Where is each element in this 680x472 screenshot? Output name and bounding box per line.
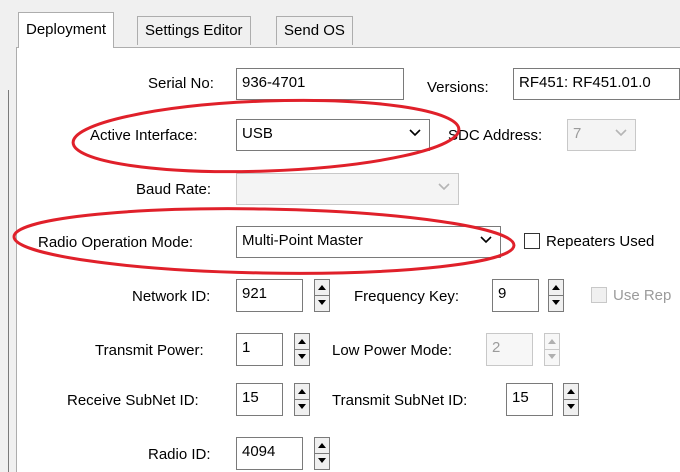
tab-content-top-border — [16, 47, 680, 48]
receive-subnet-id-label: Receive SubNet ID: — [67, 392, 199, 409]
radio-operation-mode-value: Multi-Point Master — [242, 232, 363, 249]
frequency-key-field[interactable]: 9 — [492, 279, 539, 312]
active-interface-label: Active Interface: — [90, 127, 198, 144]
repeaters-used-checkbox[interactable] — [524, 233, 540, 249]
arrow-down-icon — [552, 299, 560, 305]
active-interface-value: USB — [242, 125, 273, 142]
versions-label: Versions: — [427, 79, 489, 96]
stepper-down-button[interactable] — [545, 350, 559, 366]
chevron-down-icon — [480, 236, 492, 244]
arrow-up-icon — [567, 389, 575, 394]
arrow-up-icon — [548, 339, 556, 344]
serial-no-label: Serial No: — [148, 75, 214, 92]
stepper-up-button[interactable] — [295, 384, 309, 400]
tab-content-left-border — [16, 47, 17, 472]
arrow-up-icon — [298, 339, 306, 344]
stepper-up-button[interactable] — [545, 334, 559, 350]
network-id-stepper[interactable] — [314, 279, 330, 312]
sdc-address-label: SDC Address: — [448, 127, 543, 144]
transmit-power-field[interactable]: 1 — [236, 333, 283, 366]
receive-subnet-id-field[interactable]: 15 — [236, 383, 283, 416]
arrow-down-icon — [298, 403, 306, 409]
radio-id-field[interactable]: 4094 — [236, 437, 303, 470]
active-interface-select[interactable]: USB — [236, 119, 430, 151]
left-gutter-divider — [8, 90, 9, 472]
radio-operation-mode-label: Radio Operation Mode: — [38, 234, 194, 251]
stepper-down-button[interactable] — [564, 400, 578, 416]
low-power-mode-field[interactable]: 2 — [486, 333, 533, 366]
chevron-down-icon — [615, 129, 627, 137]
stepper-down-button[interactable] — [549, 296, 563, 312]
arrow-down-icon — [318, 457, 326, 463]
transmit-power-stepper[interactable] — [294, 333, 310, 366]
stepper-up-button[interactable] — [549, 280, 563, 296]
transmit-subnet-id-stepper[interactable] — [563, 383, 579, 416]
tab-send-os[interactable]: Send OS — [276, 16, 353, 45]
tab-deployment[interactable]: Deployment — [18, 12, 115, 48]
arrow-down-icon — [548, 353, 556, 359]
arrow-up-icon — [298, 389, 306, 394]
arrow-up-icon — [318, 285, 326, 290]
frequency-key-label: Frequency Key: — [354, 288, 460, 305]
stepper-down-button[interactable] — [315, 296, 329, 312]
stepper-down-button[interactable] — [315, 454, 329, 470]
network-id-label: Network ID: — [132, 288, 211, 305]
repeaters-used-label[interactable]: Repeaters Used — [546, 232, 654, 252]
sdc-address-select[interactable]: 7 — [567, 119, 636, 151]
radio-operation-mode-select[interactable]: Multi-Point Master — [236, 226, 501, 258]
arrow-down-icon — [318, 299, 326, 305]
low-power-mode-stepper[interactable] — [544, 333, 560, 366]
stepper-up-button[interactable] — [315, 438, 329, 454]
stepper-up-button[interactable] — [295, 334, 309, 350]
chevron-down-icon — [409, 129, 421, 137]
arrow-down-icon — [298, 353, 306, 359]
arrow-up-icon — [318, 443, 326, 448]
receive-subnet-id-stepper[interactable] — [294, 383, 310, 416]
stepper-down-button[interactable] — [295, 350, 309, 366]
serial-no-field[interactable]: 936-4701 — [236, 68, 404, 100]
use-repeater-label: Use Rep — [613, 287, 672, 304]
arrow-up-icon — [552, 285, 560, 290]
network-id-field[interactable]: 921 — [236, 279, 303, 312]
low-power-mode-label: Low Power Mode: — [332, 342, 453, 359]
versions-field[interactable]: RF451: RF451.01.0 — [513, 68, 680, 100]
radio-id-stepper[interactable] — [314, 437, 330, 470]
baud-rate-select[interactable] — [236, 173, 459, 205]
transmit-subnet-id-label: Transmit SubNet ID: — [332, 392, 468, 409]
frequency-key-stepper[interactable] — [548, 279, 564, 312]
stepper-up-button[interactable] — [564, 384, 578, 400]
arrow-down-icon — [567, 403, 575, 409]
stepper-down-button[interactable] — [295, 400, 309, 416]
sdc-address-value: 7 — [573, 125, 582, 142]
tab-settings-editor[interactable]: Settings Editor — [137, 16, 251, 45]
use-repeater-checkbox[interactable] — [591, 287, 607, 303]
transmit-subnet-id-field[interactable]: 15 — [506, 383, 553, 416]
chevron-down-icon — [438, 183, 450, 191]
baud-rate-label: Baud Rate: — [136, 181, 212, 198]
stepper-up-button[interactable] — [315, 280, 329, 296]
radio-id-label: Radio ID: — [148, 446, 211, 463]
transmit-power-label: Transmit Power: — [95, 342, 204, 359]
